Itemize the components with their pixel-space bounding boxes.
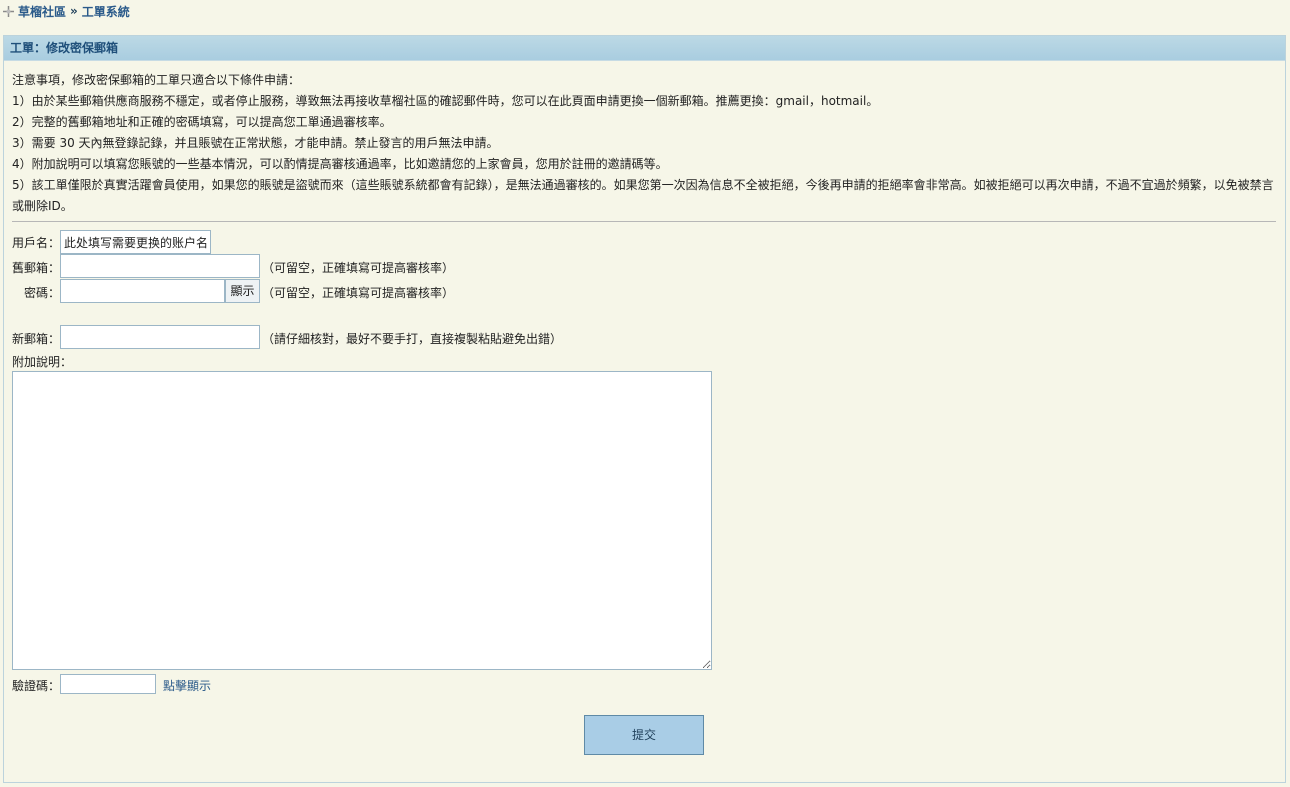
breadcrumb: 草榴社區 » 工單系統 xyxy=(2,3,130,19)
divider xyxy=(12,221,1276,222)
old-email-input[interactable] xyxy=(60,254,260,278)
breadcrumb-separator: » xyxy=(70,4,78,18)
captcha-label: 驗證碼： xyxy=(12,679,61,693)
notes-intro: 注意事項，修改密保郵箱的工單只適合以下條件申請： xyxy=(12,73,301,87)
username-input[interactable] xyxy=(60,230,211,254)
breadcrumb-current-link[interactable]: 工單系統 xyxy=(82,3,130,20)
password-input[interactable] xyxy=(60,279,225,303)
old-email-label: 舊郵箱： xyxy=(12,261,61,275)
password-label: 密碼： xyxy=(24,286,61,300)
ticket-panel: 工單：修改密保郵箱 注意事項，修改密保郵箱的工單只適合以下條件申請： 1）由於某… xyxy=(3,35,1286,783)
panel-title: 工單：修改密保郵箱 xyxy=(4,36,1285,61)
new-email-input[interactable] xyxy=(60,325,260,349)
username-label: 用戶名： xyxy=(12,236,61,250)
notes-item-3: 3）需要 30 天內無登錄記錄，并且賬號在正常狀態，才能申請。禁止發言的用戶無法… xyxy=(12,136,499,150)
memo-textarea[interactable] xyxy=(12,371,712,670)
captcha-show-link[interactable]: 點擊顯示 xyxy=(163,677,211,694)
notes-item-4: 4）附加說明可以填寫您賬號的一些基本情況，可以酌情提高審核通過率，比如邀請您的上… xyxy=(12,157,668,171)
submit-button[interactable]: 提交 xyxy=(584,715,704,755)
home-crosshair-icon xyxy=(3,5,14,17)
breadcrumb-home-link[interactable]: 草榴社區 xyxy=(18,3,66,20)
notes-item-5: 5）該工單僅限於真實活躍會員使用，如果您的賬號是盜號而來（這些賬號系統都會有記錄… xyxy=(12,178,1274,213)
notes-section: 注意事項，修改密保郵箱的工單只適合以下條件申請： 1）由於某些郵箱供應商服務不穩… xyxy=(12,70,1277,217)
new-email-label: 新郵箱： xyxy=(12,332,61,346)
old-email-hint: （可留空，正確填寫可提高審核率） xyxy=(262,261,455,275)
show-password-button[interactable]: 顯示 xyxy=(225,279,260,303)
captcha-input[interactable] xyxy=(60,674,156,694)
notes-item-1: 1）由於某些郵箱供應商服務不穩定，或者停止服務，導致無法再接收草榴社區的確認郵件… xyxy=(12,94,879,108)
password-hint: （可留空，正確填寫可提高審核率） xyxy=(262,286,455,300)
new-email-hint: （請仔細核對，最好不要手打，直接複製粘貼避免出錯） xyxy=(262,332,563,346)
notes-item-2: 2）完整的舊郵箱地址和正確的密碼填寫，可以提高您工單通過審核率。 xyxy=(12,115,392,129)
memo-label: 附加說明： xyxy=(12,355,73,369)
